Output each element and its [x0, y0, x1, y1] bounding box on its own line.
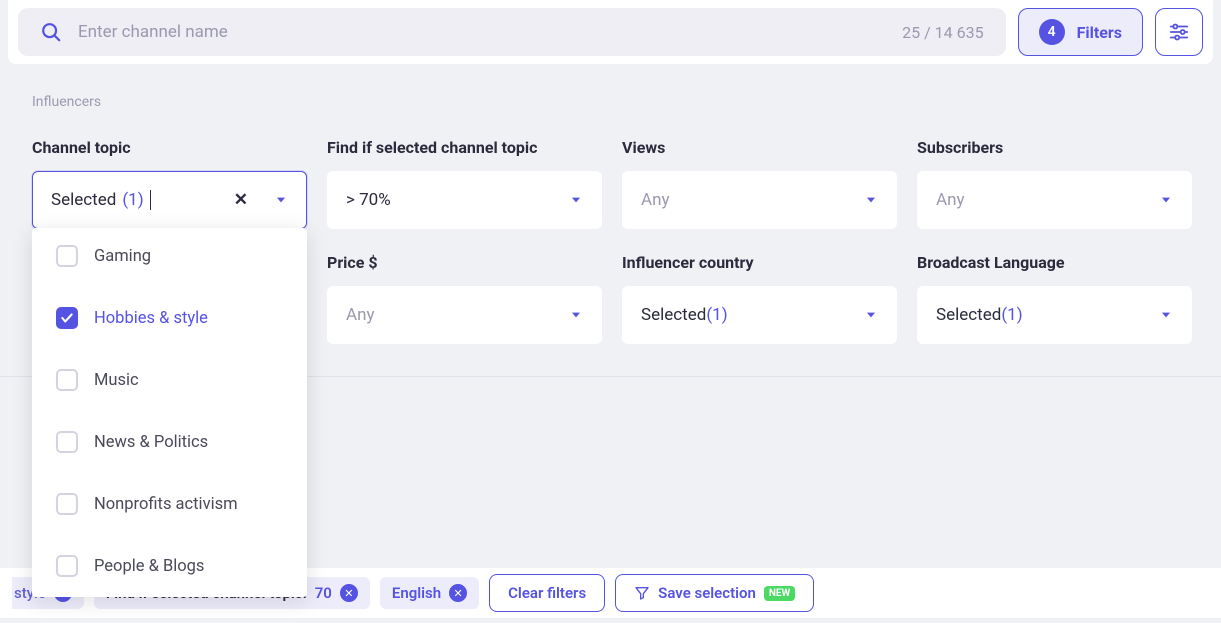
- topic-label: Gaming: [94, 247, 151, 266]
- topic-label: Music: [94, 371, 139, 390]
- country-dropdown[interactable]: Selected (1): [622, 286, 897, 344]
- topic-label: Nonprofits activism: [94, 495, 238, 514]
- funnel-icon: [634, 585, 650, 601]
- filter-channel-topic: Channel topic Selected (1) ✕: [32, 138, 307, 229]
- filter-label: Channel topic: [32, 138, 307, 157]
- topic-label: People & Blogs: [94, 557, 204, 576]
- language-dropdown[interactable]: Selected (1): [917, 286, 1192, 344]
- filter-label: Find if selected channel topic: [327, 138, 602, 157]
- filter-label: Price $: [327, 253, 602, 272]
- dropdown-value: Any: [346, 305, 375, 325]
- topic-label: News & Politics: [94, 433, 208, 452]
- filter-price: Price $ Any: [327, 253, 602, 344]
- chevron-down-icon: [1159, 193, 1173, 207]
- topic-list[interactable]: Gaming Hobbies & style Music News & Politic…: [32, 228, 307, 597]
- chevron-down-icon: [864, 308, 878, 322]
- checkbox-icon[interactable]: [56, 245, 78, 267]
- chevron-down-icon: [274, 193, 288, 207]
- chip-remove-icon[interactable]: ✕: [449, 584, 467, 602]
- filter-threshold: Find if selected channel topic > 70%: [327, 138, 602, 229]
- filter-country: Influencer country Selected (1): [622, 253, 897, 344]
- subscribers-dropdown[interactable]: Any: [917, 171, 1192, 229]
- dropdown-selected-prefix: Selected: [936, 305, 1001, 325]
- topic-option[interactable]: People & Blogs: [32, 535, 307, 597]
- filter-chip-english[interactable]: English ✕: [380, 577, 479, 609]
- dropdown-selected-prefix: Selected: [51, 190, 116, 210]
- clear-filters-button[interactable]: Clear filters: [489, 574, 605, 612]
- section-title-influencers: Influencers: [0, 64, 1221, 110]
- dropdown-selected-count: (1): [1001, 305, 1159, 325]
- chevron-down-icon: [569, 193, 583, 207]
- channel-topic-dropdown-popup: Gaming Hobbies & style Music News & Politic…: [32, 228, 307, 597]
- filters-button[interactable]: 4 Filters: [1018, 8, 1143, 56]
- clear-icon[interactable]: ✕: [234, 190, 248, 210]
- button-label: Save selection: [658, 584, 756, 602]
- checkbox-icon[interactable]: [56, 493, 78, 515]
- search-icon: [40, 21, 62, 43]
- text-caret: [150, 190, 151, 210]
- chevron-down-icon: [569, 308, 583, 322]
- filters-label: Filters: [1077, 23, 1122, 42]
- filter-label: Subscribers: [917, 138, 1192, 157]
- dropdown-value: Any: [936, 190, 965, 210]
- filter-label: Broadcast Language: [917, 253, 1192, 272]
- chip-label: English: [392, 584, 441, 602]
- topic-option[interactable]: News & Politics: [32, 411, 307, 473]
- checkbox-icon[interactable]: [56, 555, 78, 577]
- dropdown-value: > 70%: [346, 190, 391, 210]
- chevron-down-icon: [1159, 308, 1173, 322]
- filter-settings-button[interactable]: [1155, 8, 1203, 56]
- filter-label: Influencer country: [622, 253, 897, 272]
- checkbox-icon[interactable]: [56, 369, 78, 391]
- top-bar: 25 / 14 635 4 Filters: [8, 0, 1213, 64]
- filter-views: Views Any: [622, 138, 897, 229]
- save-selection-button[interactable]: Save selection NEW: [615, 574, 814, 612]
- topic-option[interactable]: Music: [32, 349, 307, 411]
- new-badge: NEW: [764, 586, 795, 601]
- filter-label: Views: [622, 138, 897, 157]
- threshold-dropdown[interactable]: > 70%: [327, 171, 602, 229]
- filters-count-badge: 4: [1039, 19, 1065, 45]
- chip-remove-icon[interactable]: ✕: [340, 584, 358, 602]
- topic-label: Hobbies & style: [94, 309, 208, 328]
- channel-topic-dropdown[interactable]: Selected (1) ✕: [32, 171, 307, 229]
- sliders-icon: [1168, 21, 1190, 43]
- search-count: 25 / 14 635: [902, 23, 983, 42]
- filter-subscribers: Subscribers Any: [917, 138, 1192, 229]
- button-label: Clear filters: [508, 584, 586, 602]
- topic-option[interactable]: Gaming: [32, 228, 307, 287]
- checkbox-icon[interactable]: [56, 307, 78, 329]
- dropdown-selected-prefix: Selected: [641, 305, 706, 325]
- search-container: 25 / 14 635: [18, 8, 1006, 56]
- chevron-down-icon: [864, 193, 878, 207]
- views-dropdown[interactable]: Any: [622, 171, 897, 229]
- filter-language: Broadcast Language Selected (1): [917, 253, 1192, 344]
- dropdown-selected-count: (1): [122, 190, 143, 210]
- checkbox-icon[interactable]: [56, 431, 78, 453]
- dropdown-value: Any: [641, 190, 670, 210]
- dropdown-selected-count: (1): [706, 305, 864, 325]
- chip-value: 70: [315, 584, 332, 602]
- topic-option[interactable]: Nonprofits activism: [32, 473, 307, 535]
- price-dropdown[interactable]: Any: [327, 286, 602, 344]
- topic-option[interactable]: Hobbies & style: [32, 287, 307, 349]
- search-input[interactable]: [78, 22, 886, 42]
